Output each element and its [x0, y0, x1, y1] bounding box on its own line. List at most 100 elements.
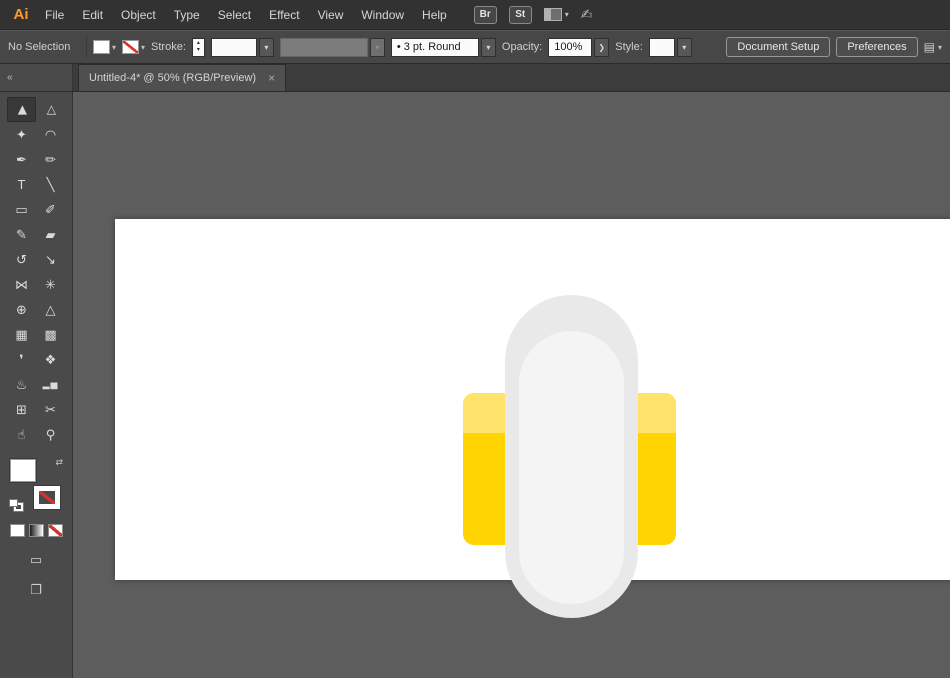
- tool-type[interactable]: T: [7, 172, 36, 197]
- chevron-down-icon[interactable]: ▾: [481, 38, 496, 57]
- stroke-swatch-large[interactable]: [34, 486, 60, 509]
- chevron-down-icon[interactable]: ▾: [112, 43, 116, 52]
- glass-outer[interactable]: [505, 295, 638, 618]
- chevron-down-icon: ▾: [370, 38, 385, 57]
- touch-gesture-icon[interactable]: ✍: [581, 6, 593, 23]
- tool-column-graph[interactable]: ▂▅: [36, 372, 65, 397]
- opacity-field[interactable]: 100%: [548, 38, 592, 57]
- stepper-up-icon[interactable]: ▴: [197, 40, 200, 47]
- brush-definition-field[interactable]: • 3 pt. Round: [391, 38, 479, 57]
- control-panel-menu[interactable]: ▤ ▾: [924, 40, 942, 54]
- document-tab-title: Untitled-4* @ 50% (RGB/Preview): [89, 72, 256, 84]
- stroke-color-control[interactable]: ▾: [122, 40, 145, 54]
- none-mode-button[interactable]: [48, 524, 63, 537]
- tool-slice[interactable]: ✂: [36, 397, 65, 422]
- menubar: Ai File Edit Object Type Select Effect V…: [0, 0, 950, 30]
- tool-pencil[interactable]: ✎: [7, 222, 36, 247]
- symbol-sprayer-tool-icon: ♨: [16, 377, 28, 393]
- tool-eyedropper[interactable]: ❜: [7, 347, 36, 372]
- column-graph-tool-icon: ▂▅: [43, 379, 59, 390]
- opacity-control[interactable]: 100% ❯: [548, 38, 609, 57]
- menu-select[interactable]: Select: [209, 0, 260, 30]
- tool-rectangle[interactable]: ▭: [7, 197, 36, 222]
- hand-tool-icon: ☝: [18, 427, 26, 443]
- tool-eraser[interactable]: ▰: [36, 222, 65, 247]
- chevron-down-icon[interactable]: ▾: [141, 43, 145, 52]
- color-mode-button[interactable]: [10, 524, 25, 537]
- preferences-button[interactable]: Preferences: [836, 37, 917, 57]
- menu-effect[interactable]: Effect: [260, 0, 308, 30]
- fill-stroke-indicator: ⇄: [8, 457, 64, 511]
- tool-artboard[interactable]: ⊞: [7, 397, 36, 422]
- document-tab-strip: « Untitled-4* @ 50% (RGB/Preview) ×: [0, 64, 950, 92]
- stepper-down-icon[interactable]: ▾: [197, 47, 200, 54]
- bridge-button[interactable]: Br: [474, 6, 497, 24]
- tool-zoom[interactable]: ⚲: [36, 422, 65, 447]
- tool-hand[interactable]: ☝: [7, 422, 36, 447]
- canvas-pasteboard[interactable]: [73, 92, 950, 678]
- shape-builder-tool-icon: ⊕: [16, 302, 27, 318]
- pencil-tool-icon: ✎: [16, 227, 27, 243]
- menu-view[interactable]: View: [309, 0, 353, 30]
- swap-fill-stroke-icon[interactable]: ⇄: [55, 457, 63, 468]
- arrow-right-icon[interactable]: ❯: [594, 38, 609, 57]
- document-setup-button[interactable]: Document Setup: [726, 37, 830, 57]
- tool-selection[interactable]: ▶: [7, 97, 36, 122]
- stock-button[interactable]: St: [509, 6, 532, 24]
- chevron-down-icon[interactable]: ▾: [259, 38, 274, 57]
- style-field[interactable]: [649, 38, 675, 57]
- tool-shape-builder[interactable]: ⊕: [7, 297, 36, 322]
- tool-perspective-grid[interactable]: △: [36, 297, 65, 322]
- fill-swatch[interactable]: [93, 40, 110, 54]
- menu-help[interactable]: Help: [413, 0, 456, 30]
- opacity-label[interactable]: Opacity:: [502, 41, 542, 53]
- menu-edit[interactable]: Edit: [73, 0, 112, 30]
- stroke-weight-dropdown[interactable]: ▾: [211, 38, 274, 57]
- direct-selection-tool-icon: ▷: [43, 105, 57, 114]
- stroke-none-swatch[interactable]: [122, 40, 139, 54]
- collapse-tools-button[interactable]: «: [0, 64, 73, 91]
- menu-type[interactable]: Type: [165, 0, 209, 30]
- fill-swatch-large[interactable]: [10, 459, 36, 482]
- screen-mode-icon[interactable]: ▭: [30, 552, 42, 568]
- style-dropdown[interactable]: ▾: [649, 38, 692, 57]
- tool-free-transform[interactable]: ✳: [36, 272, 65, 297]
- menu-window[interactable]: Window: [352, 0, 413, 30]
- close-tab-icon[interactable]: ×: [268, 71, 275, 85]
- gradient-tool-icon: ▩: [44, 327, 56, 343]
- tool-curvature[interactable]: ✏: [36, 147, 65, 172]
- tool-lasso[interactable]: ◠: [36, 122, 65, 147]
- tool-line-segment[interactable]: ╲: [36, 172, 65, 197]
- menu-file[interactable]: File: [36, 0, 73, 30]
- width-tool-icon: ⋈: [15, 277, 28, 293]
- chevron-down-icon[interactable]: ▾: [677, 38, 692, 57]
- scale-tool-icon: ↘: [45, 252, 56, 268]
- tool-gradient[interactable]: ▩: [36, 322, 65, 347]
- panel-icon: ▤: [924, 40, 935, 54]
- tool-width[interactable]: ⋈: [7, 272, 36, 297]
- tool-scale[interactable]: ↘: [36, 247, 65, 272]
- brush-definition-dropdown[interactable]: • 3 pt. Round ▾: [391, 38, 496, 57]
- stroke-weight-stepper[interactable]: ▴ ▾: [192, 38, 205, 57]
- tool-pen[interactable]: ✒: [7, 147, 36, 172]
- illustrator-window: Ai File Edit Object Type Select Effect V…: [0, 0, 950, 678]
- stroke-label[interactable]: Stroke:: [151, 41, 186, 53]
- tool-blend[interactable]: ❖: [36, 347, 65, 372]
- tool-rotate[interactable]: ↺: [7, 247, 36, 272]
- default-fill-stroke-icon[interactable]: [9, 499, 18, 507]
- document-tab[interactable]: Untitled-4* @ 50% (RGB/Preview) ×: [78, 64, 286, 91]
- chevron-down-icon: ▾: [938, 43, 942, 52]
- tool-mesh[interactable]: ▦: [7, 322, 36, 347]
- gradient-mode-button[interactable]: [29, 524, 44, 537]
- tool-direct-selection[interactable]: ▷: [36, 97, 65, 122]
- menu-object[interactable]: Object: [112, 0, 165, 30]
- glass-inner[interactable]: [519, 331, 624, 604]
- fill-color-control[interactable]: ▾: [93, 40, 116, 54]
- stroke-weight-field[interactable]: [211, 38, 257, 57]
- tool-symbol-sprayer[interactable]: ♨: [7, 372, 36, 397]
- workspace-switcher[interactable]: ▾: [544, 8, 569, 21]
- change-screen-mode-icon[interactable]: ❐: [30, 582, 42, 598]
- mesh-tool-icon: ▦: [15, 327, 27, 343]
- tool-magic-wand[interactable]: ✦: [7, 122, 36, 147]
- tool-paintbrush[interactable]: ✐: [36, 197, 65, 222]
